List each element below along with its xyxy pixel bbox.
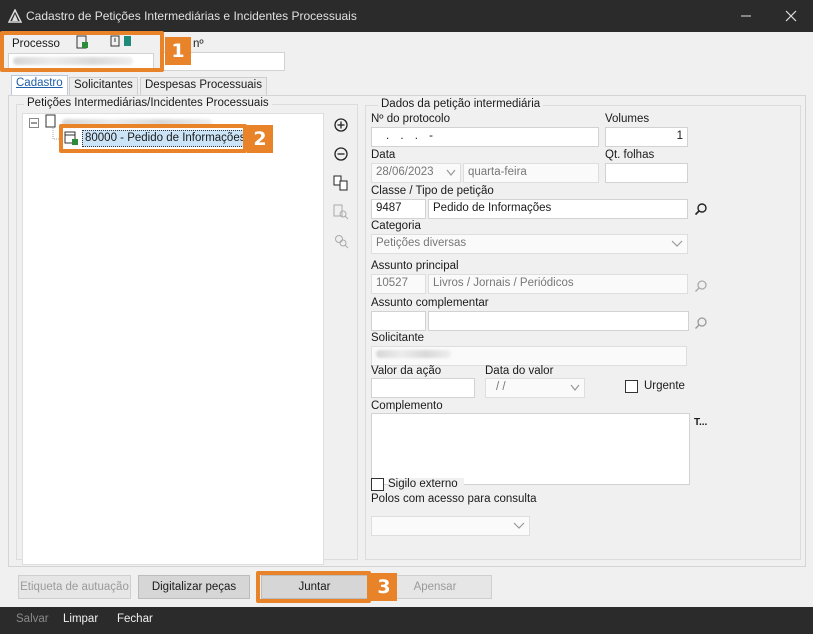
volumes-label: Volumes: [605, 113, 650, 125]
apensar-label: Apensar: [413, 581, 457, 593]
search-icon-complementar[interactable]: [694, 316, 708, 333]
assunto-principal-code-value: 10527: [376, 277, 408, 289]
polos-label: Polos com acesso para consulta: [371, 493, 537, 505]
classe-name-field[interactable]: Pedido de Informações: [428, 199, 688, 219]
assunto-principal-name-value: Livros / Jornais / Periódicos: [433, 277, 574, 289]
categoria-value: Petições diversas: [376, 237, 467, 249]
protocolo-input[interactable]: . . . -: [371, 127, 599, 147]
numero-label: nº: [193, 38, 204, 50]
tab-solicitantes-label: Solicitantes: [74, 79, 133, 91]
assunto-principal-name: Livros / Jornais / Periódicos: [428, 274, 688, 294]
urgente-label: Urgente: [644, 380, 685, 392]
highlight-box-3: [256, 571, 371, 603]
polos-select[interactable]: [371, 516, 530, 536]
title-bar: Cadastro de Petições Intermediárias e In…: [0, 0, 813, 32]
step-badge-2: 2: [247, 125, 273, 153]
categoria-select[interactable]: Petições diversas: [371, 234, 688, 254]
collapse-icon[interactable]: [29, 118, 39, 131]
complemento-more-button[interactable]: T...: [694, 417, 707, 428]
step-badge-3: 3: [371, 573, 397, 601]
fechar-button[interactable]: Fechar: [117, 613, 153, 625]
digitalizar-label: Digitalizar peças: [151, 581, 237, 593]
data-value: 28/06/2023: [376, 166, 434, 178]
tab-cadastro[interactable]: Cadastro: [11, 75, 68, 95]
window-title: Cadastro de Petições Intermediárias e In…: [26, 9, 357, 23]
data-valor-input[interactable]: / /: [485, 378, 585, 398]
chevron-down-icon: [570, 383, 580, 395]
sigilo-label: Sigilo externo: [388, 478, 464, 490]
weekday-field: quarta-feira: [463, 163, 599, 183]
tab-despesas-label: Despesas Processuais: [145, 79, 262, 91]
chevron-down-icon: [446, 168, 456, 180]
classe-code-value: 9487: [376, 202, 402, 214]
tab-solicitantes[interactable]: Solicitantes: [69, 77, 138, 95]
footer-bar: Salvar Limpar Fechar: [0, 607, 813, 634]
protocolo-label: Nº do protocolo: [371, 113, 450, 125]
urgente-checkbox[interactable]: [625, 380, 638, 393]
etiqueta-label: Etiqueta de autuação: [20, 581, 129, 593]
copy-doc-icon[interactable]: [333, 175, 349, 191]
complemento-textarea[interactable]: [371, 413, 690, 485]
limpar-button[interactable]: Limpar: [63, 613, 98, 625]
valor-acao-input[interactable]: [371, 378, 475, 398]
data-input[interactable]: 28/06/2023: [371, 163, 461, 183]
classe-label: Classe / Tipo de petição: [371, 185, 494, 197]
classe-name-value: Pedido de Informações: [433, 202, 552, 214]
volumes-value: 1: [676, 130, 683, 142]
add-icon[interactable]: [333, 117, 349, 133]
qt-folhas-label: Qt. folhas: [605, 149, 655, 161]
complemento-label: Complemento: [371, 400, 443, 412]
tab-despesas[interactable]: Despesas Processuais: [140, 77, 267, 95]
solicitante-label: Solicitante: [371, 332, 425, 344]
digitalizar-button[interactable]: Digitalizar peças: [138, 575, 250, 599]
link-search-icon: [333, 233, 349, 249]
volumes-input[interactable]: 1: [605, 127, 688, 147]
salvar-button[interactable]: Salvar: [16, 613, 49, 625]
sigilo-checkbox[interactable]: [371, 478, 384, 491]
data-label: Data: [371, 149, 396, 161]
solicitante-field: [371, 346, 687, 366]
minimize-button[interactable]: [736, 6, 756, 26]
app-icon: [7, 8, 23, 26]
valor-acao-label: Valor da ação: [371, 365, 442, 377]
chevron-down-icon: [671, 239, 683, 251]
tree-group-label: Petições Intermediárias/Incidentes Proce…: [24, 97, 272, 109]
data-valor-value: / /: [496, 381, 506, 393]
qt-folhas-input[interactable]: [605, 163, 688, 183]
chevron-down-icon: [513, 521, 525, 533]
remove-icon[interactable]: [333, 146, 349, 162]
assunto-principal-code: 10527: [371, 274, 426, 294]
etiqueta-button[interactable]: Etiqueta de autuação: [18, 575, 131, 599]
data-valor-label: Data do valor: [485, 365, 554, 377]
assunto-complementar-code[interactable]: [371, 311, 426, 331]
assunto-complementar-label: Assunto complementar: [371, 297, 489, 309]
form-group-label: Dados da petição intermediária: [378, 98, 544, 110]
tab-cadastro-label: Cadastro: [16, 77, 63, 89]
step-badge-1: 1: [165, 37, 191, 65]
assunto-complementar-name[interactable]: [428, 311, 689, 331]
search-icon[interactable]: [694, 202, 708, 219]
close-button[interactable]: [781, 6, 801, 26]
highlight-box-2: [59, 124, 247, 153]
categoria-label: Categoria: [371, 220, 421, 232]
assunto-principal-label: Assunto principal: [371, 260, 459, 272]
weekday-value: quarta-feira: [468, 166, 527, 178]
search-doc-icon: [333, 204, 349, 220]
tree-view[interactable]: [22, 113, 324, 565]
search-icon-disabled: [694, 279, 708, 296]
highlight-box-1: [0, 31, 164, 72]
classe-code-input[interactable]: 9487: [371, 199, 426, 219]
protocolo-value: . . . -: [386, 130, 437, 142]
